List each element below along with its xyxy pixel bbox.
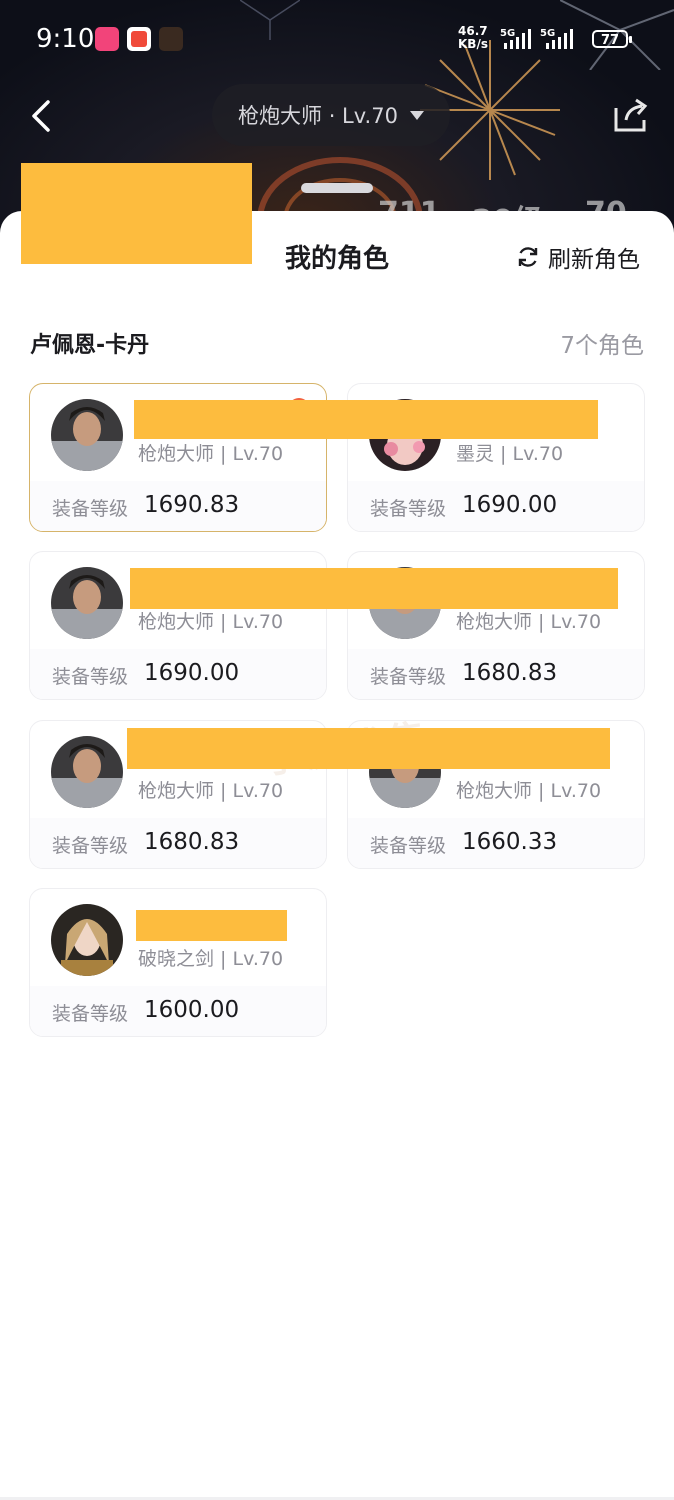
item-level-label: 装备等级 [370, 666, 447, 688]
item-level-label: 装备等级 [52, 498, 129, 520]
class-level: 枪炮大师 | Lv.70 [456, 780, 602, 802]
class-level: 枪炮大师 | Lv.70 [456, 611, 602, 633]
redaction-box [127, 728, 610, 769]
character-selector[interactable]: 枪炮大师 · Lv.70 [212, 84, 450, 146]
item-level-value: 1680.83 [462, 660, 558, 686]
class-level: 枪炮大师 | Lv.70 [138, 443, 284, 465]
sheet-drag-handle[interactable] [301, 183, 373, 193]
character-avatar [51, 904, 123, 976]
class-level: 枪炮大师 | Lv.70 [138, 611, 284, 633]
network-speed: 46.7 KB/s [458, 24, 488, 51]
item-level-value: 1690.00 [144, 660, 240, 686]
class-level: 墨灵 | Lv.70 [456, 443, 564, 465]
notification-app-icon [95, 27, 119, 51]
character-selector-label: 枪炮大师 · Lv.70 [238, 104, 398, 128]
item-level-value: 1690.00 [462, 492, 558, 518]
item-level-label: 装备等级 [52, 1003, 129, 1025]
redaction-box [130, 568, 618, 609]
status-bar: 9:10 46.7 KB/s 5G 5G 77 [0, 0, 674, 78]
server-name: 卢佩恩-卡丹 [30, 333, 150, 358]
character-avatar [51, 567, 123, 639]
item-level-label: 装备等级 [52, 666, 129, 688]
cellular-signal-icon: 5G [500, 28, 531, 49]
character-avatar [51, 736, 123, 808]
back-arrow-icon[interactable] [26, 98, 56, 134]
class-level: 破晓之剑 | Lv.70 [138, 948, 284, 970]
item-level-label: 装备等级 [370, 835, 447, 857]
item-level-value: 1600.00 [144, 997, 240, 1023]
item-level-label: 装备等级 [52, 835, 129, 857]
svg-text:5G: 5G [540, 28, 555, 39]
share-icon[interactable] [612, 96, 650, 134]
item-level-label: 装备等级 [370, 498, 447, 520]
class-level: 枪炮大师 | Lv.70 [138, 780, 284, 802]
notification-app-icon [159, 27, 183, 51]
character-avatar [51, 399, 123, 471]
redaction-box [134, 400, 598, 439]
battery-icon: 77 [592, 30, 632, 48]
item-level-value: 1680.83 [144, 829, 240, 855]
cellular-signal-icon: 5G [540, 28, 573, 49]
svg-text:5G: 5G [500, 28, 515, 39]
caret-down-icon [409, 110, 424, 120]
notification-app-icon [127, 27, 151, 51]
item-level-value: 1660.33 [462, 829, 558, 855]
refresh-label: 刷新角色 [548, 247, 640, 273]
refresh-icon [518, 247, 538, 267]
refresh-characters-button[interactable]: 刷新角色 [516, 240, 640, 274]
item-level-value: 1690.83 [144, 492, 240, 518]
redaction-box [136, 910, 287, 941]
clock: 9:10 [36, 24, 95, 54]
character-count: 7个角色 [560, 333, 644, 359]
